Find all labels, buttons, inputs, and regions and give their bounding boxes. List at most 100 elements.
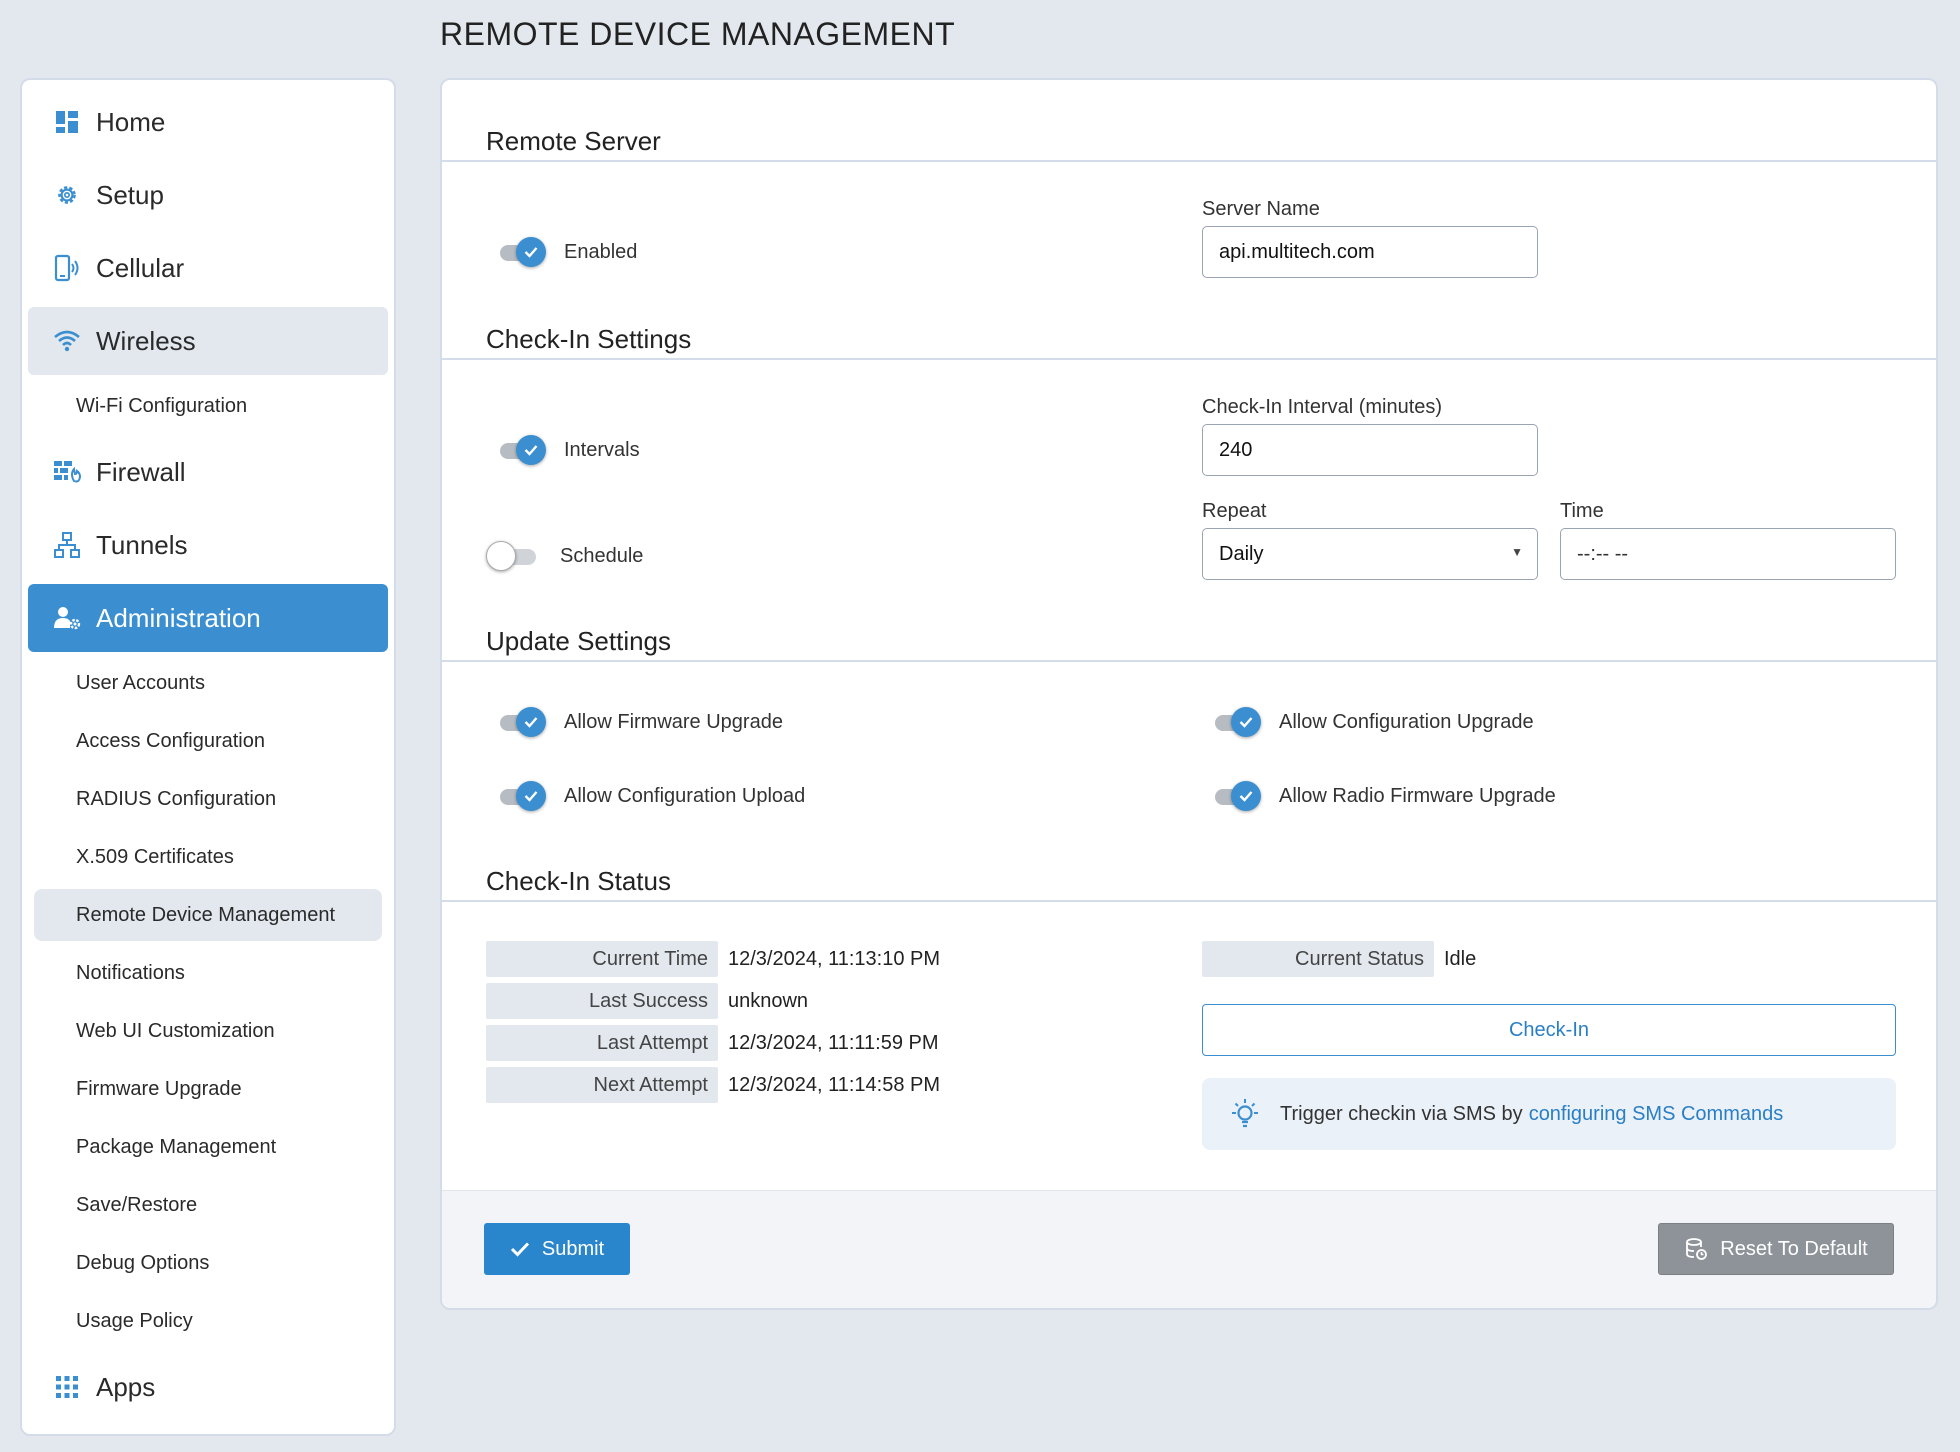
check-icon bbox=[516, 707, 546, 737]
intervals-label: Intervals bbox=[564, 438, 640, 461]
status-row-last-success: Last Success unknown bbox=[486, 983, 808, 1019]
form-footer: Submit Reset To Default bbox=[442, 1190, 1936, 1308]
repeat-selected-value: Daily bbox=[1219, 542, 1264, 565]
check-in-button[interactable]: Check-In bbox=[1202, 1004, 1896, 1056]
divider bbox=[442, 160, 1936, 162]
schedule-toggle-row: Schedule bbox=[486, 540, 643, 572]
current-time-value: 12/3/2024, 11:13:10 PM bbox=[728, 947, 941, 970]
sidebar-item-label: X.509 Certificates bbox=[76, 845, 234, 868]
nav-apps-label: Apps bbox=[96, 1371, 156, 1402]
nav-apps[interactable]: Apps bbox=[28, 1353, 388, 1421]
check-icon bbox=[510, 1241, 530, 1257]
sidebar-item-label: Web UI Customization bbox=[76, 1019, 275, 1042]
nav-home[interactable]: Home bbox=[28, 88, 388, 156]
gear-icon bbox=[52, 180, 82, 210]
sidebar-item-label: Remote Device Management bbox=[76, 903, 336, 926]
sidebar-item-access-configuration[interactable]: Access Configuration bbox=[34, 715, 382, 767]
sidebar-item-label: RADIUS Configuration bbox=[76, 787, 277, 810]
sidebar-item-label: Firmware Upgrade bbox=[76, 1077, 242, 1100]
last-attempt-value: 12/3/2024, 11:11:59 PM bbox=[728, 1031, 939, 1054]
sidebar-item-package-management[interactable]: Package Management bbox=[34, 1121, 382, 1173]
allow-config-upgrade-row: Allow Configuration Upgrade bbox=[1207, 706, 1534, 738]
sidebar-item-firmware-upgrade[interactable]: Firmware Upgrade bbox=[34, 1063, 382, 1115]
check-icon bbox=[516, 435, 546, 465]
section-title-remote-server: Remote Server bbox=[486, 126, 661, 156]
sidebar-item-wifi-configuration[interactable]: Wi-Fi Configuration bbox=[34, 380, 382, 432]
apps-grid-icon bbox=[52, 1372, 82, 1402]
section-title-checkin-settings: Check-In Settings bbox=[486, 324, 692, 354]
repeat-select[interactable]: Daily ▼ bbox=[1202, 528, 1538, 580]
last-attempt-label: Last Attempt bbox=[486, 1025, 718, 1061]
nav-tunnels-label: Tunnels bbox=[96, 529, 188, 560]
allow-config-upgrade-toggle[interactable] bbox=[1207, 706, 1261, 738]
nav-setup[interactable]: Setup bbox=[28, 161, 388, 229]
allow-radio-firmware-upgrade-toggle[interactable] bbox=[1207, 780, 1261, 812]
section-title-update-settings: Update Settings bbox=[486, 626, 672, 656]
main-panel: Remote Server Enabled Server Name Check-… bbox=[440, 78, 1938, 1310]
intervals-toggle[interactable] bbox=[492, 434, 546, 466]
time-value: --:-- -- bbox=[1577, 542, 1629, 565]
nav-tunnels[interactable]: Tunnels bbox=[28, 511, 388, 579]
sidebar-item-label: Access Configuration bbox=[76, 729, 265, 752]
schedule-toggle[interactable] bbox=[486, 540, 540, 572]
current-time-label: Current Time bbox=[486, 941, 718, 977]
sidebar-item-label: Notifications bbox=[76, 961, 185, 984]
sidebar-item-remote-device-management[interactable]: Remote Device Management bbox=[34, 889, 382, 941]
sidebar-item-user-accounts[interactable]: User Accounts bbox=[34, 657, 382, 709]
current-status-value: Idle bbox=[1444, 947, 1477, 970]
next-attempt-value: 12/3/2024, 11:14:58 PM bbox=[728, 1073, 941, 1096]
allow-config-upload-toggle[interactable] bbox=[492, 780, 546, 812]
user-gear-icon bbox=[52, 603, 82, 633]
configuring-sms-commands-link[interactable]: configuring SMS Commands bbox=[1529, 1103, 1784, 1126]
check-icon bbox=[1231, 707, 1261, 737]
divider bbox=[442, 900, 1936, 902]
sidebar-item-label: Debug Options bbox=[76, 1251, 210, 1274]
nav-wireless[interactable]: Wireless bbox=[28, 307, 388, 375]
check-icon bbox=[516, 237, 546, 267]
sidebar-item-x509-certificates[interactable]: X.509 Certificates bbox=[34, 831, 382, 883]
nav-cellular-label: Cellular bbox=[96, 252, 185, 283]
check-icon bbox=[1231, 781, 1261, 811]
sidebar-item-web-ui-customization[interactable]: Web UI Customization bbox=[34, 1005, 382, 1057]
current-status-label: Current Status bbox=[1202, 941, 1434, 977]
caret-down-icon: ▼ bbox=[1511, 545, 1523, 559]
allow-config-upload-label: Allow Configuration Upload bbox=[564, 784, 806, 807]
submit-button[interactable]: Submit bbox=[484, 1223, 630, 1275]
sidebar: Home Setup Cellular Wireless Wi-Fi Confi… bbox=[20, 78, 396, 1436]
sidebar-item-label: Package Management bbox=[76, 1135, 277, 1158]
checkin-interval-input[interactable] bbox=[1202, 424, 1538, 476]
nav-administration[interactable]: Administration bbox=[28, 584, 388, 652]
status-row-last-attempt: Last Attempt 12/3/2024, 11:11:59 PM bbox=[486, 1025, 939, 1061]
server-name-input[interactable] bbox=[1202, 226, 1538, 278]
allow-config-upload-row: Allow Configuration Upload bbox=[492, 780, 805, 812]
reset-to-default-button[interactable]: Reset To Default bbox=[1658, 1223, 1894, 1275]
sidebar-item-notifications[interactable]: Notifications bbox=[34, 947, 382, 999]
sidebar-item-usage-policy[interactable]: Usage Policy bbox=[34, 1295, 382, 1347]
allow-radio-firmware-upgrade-row: Allow Radio Firmware Upgrade bbox=[1207, 780, 1556, 812]
sms-hint-text: Trigger checkin via SMS by bbox=[1280, 1102, 1523, 1125]
divider bbox=[442, 660, 1936, 662]
divider bbox=[442, 358, 1936, 360]
nav-cellular[interactable]: Cellular bbox=[28, 234, 388, 302]
time-input[interactable]: --:-- -- bbox=[1560, 528, 1896, 580]
nav-home-label: Home bbox=[96, 106, 166, 137]
repeat-label: Repeat bbox=[1202, 500, 1267, 522]
status-row-next-attempt: Next Attempt 12/3/2024, 11:14:58 PM bbox=[486, 1067, 940, 1103]
sidebar-item-save-restore[interactable]: Save/Restore bbox=[34, 1179, 382, 1231]
allow-firmware-upgrade-label: Allow Firmware Upgrade bbox=[564, 710, 783, 733]
allow-firmware-upgrade-toggle[interactable] bbox=[492, 706, 546, 738]
server-name-label: Server Name bbox=[1202, 198, 1320, 220]
sidebar-item-radius-configuration[interactable]: RADIUS Configuration bbox=[34, 773, 382, 825]
enabled-toggle[interactable] bbox=[492, 236, 546, 268]
lightbulb-icon bbox=[1228, 1097, 1262, 1131]
next-attempt-label: Next Attempt bbox=[486, 1067, 718, 1103]
sms-hint-box: Trigger checkin via SMS by configuring S… bbox=[1202, 1078, 1896, 1150]
database-reset-icon bbox=[1684, 1237, 1708, 1261]
nav-setup-label: Setup bbox=[96, 179, 164, 210]
firewall-icon bbox=[52, 457, 82, 487]
nav-firewall[interactable]: Firewall bbox=[28, 438, 388, 506]
section-title-checkin-status: Check-In Status bbox=[486, 866, 671, 896]
sidebar-item-debug-options[interactable]: Debug Options bbox=[34, 1237, 382, 1289]
status-row-current-status: Current Status Idle bbox=[1202, 941, 1476, 977]
cellular-icon bbox=[52, 253, 82, 283]
